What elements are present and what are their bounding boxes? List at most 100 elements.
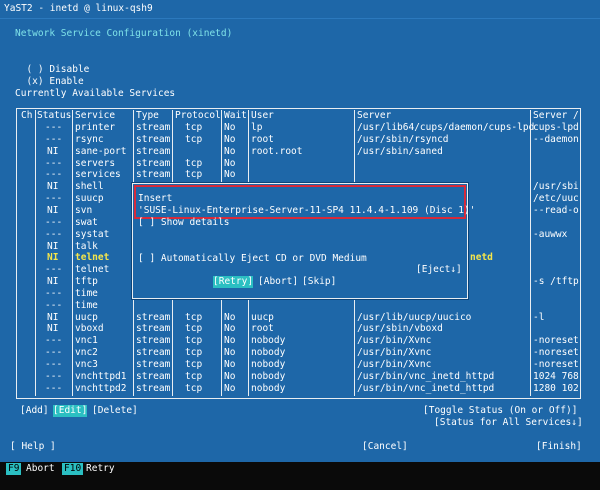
finish-button[interactable]: [Finish] bbox=[536, 441, 582, 453]
cell-type: stream bbox=[136, 169, 171, 181]
page-title: Network Service Configuration (xinetd) bbox=[15, 28, 233, 39]
skip-button[interactable]: [Skip] bbox=[302, 276, 336, 288]
cell-server: /usr/lib64/cups/daemon/cups-lpd bbox=[357, 122, 535, 133]
col-header-type[interactable]: Type bbox=[136, 110, 159, 122]
fkey-f9[interactable]: F9 bbox=[6, 463, 22, 475]
col-header-status[interactable]: Status bbox=[37, 110, 71, 122]
cell-status: --- bbox=[45, 335, 63, 347]
status-all-label: [Status for All Services↓] bbox=[434, 417, 583, 428]
col-header-wait[interactable]: Wait bbox=[224, 110, 247, 122]
status-all-button[interactable]: [Status for All Services↓] bbox=[434, 417, 583, 429]
cell-protocol: tcp bbox=[185, 157, 203, 169]
cell-args: -l bbox=[533, 311, 545, 323]
cell-service: tftp bbox=[75, 276, 98, 288]
cell-service: sane-port bbox=[75, 145, 127, 157]
cell-protocol: tcp bbox=[185, 169, 203, 181]
cell-wait: No bbox=[224, 323, 236, 335]
cell-status: NI bbox=[47, 252, 59, 264]
fkey-f9-key: F9 bbox=[8, 463, 20, 474]
cell-status: --- bbox=[45, 382, 63, 394]
cell-user: nobody bbox=[251, 359, 286, 370]
cell-protocol: tcp bbox=[185, 122, 203, 133]
cell-service: vnc2 bbox=[75, 347, 98, 359]
cell-status: NI bbox=[47, 240, 59, 252]
col-separator bbox=[72, 110, 73, 396]
cell-service: vnchttpd1 bbox=[75, 370, 127, 382]
cell-service: printer bbox=[75, 122, 116, 133]
cell-service: systat bbox=[75, 228, 110, 240]
cell-server: /usr/sbin/saned bbox=[357, 145, 443, 157]
cell-wait: No bbox=[224, 122, 236, 133]
cell-service: time bbox=[75, 299, 98, 311]
edit-button-label: [Edit] bbox=[53, 405, 88, 416]
col-header-user[interactable]: User bbox=[251, 110, 274, 122]
cell-status: NI bbox=[47, 204, 59, 216]
cell-wait: No bbox=[224, 169, 236, 181]
col-header-server[interactable]: Server bbox=[357, 110, 391, 122]
cell-service: rsync bbox=[75, 133, 104, 145]
cell-type: stream bbox=[136, 311, 171, 323]
cell-wait: No bbox=[224, 133, 236, 145]
cell-status: --- bbox=[45, 359, 63, 370]
col-header-ch[interactable]: Ch bbox=[21, 110, 32, 122]
cell-status: --- bbox=[45, 287, 63, 299]
cell-service: svn bbox=[75, 204, 93, 216]
col-header-server-args[interactable]: Server / bbox=[533, 110, 579, 122]
delete-button[interactable]: [Delete] bbox=[92, 405, 138, 417]
abort-button[interactable]: [Abort] bbox=[258, 276, 298, 288]
cell-wait: No bbox=[224, 335, 236, 347]
cell-service: uucp bbox=[75, 311, 98, 323]
col-header-service[interactable]: Service bbox=[75, 110, 115, 122]
cell-user: nobody bbox=[251, 347, 286, 359]
cell-type: stream bbox=[136, 347, 171, 359]
cell-args: --read-o bbox=[533, 204, 579, 216]
cell-user: nobody bbox=[251, 335, 286, 347]
radio-enable-mark: (x) bbox=[26, 76, 44, 87]
cell-user: root.root bbox=[251, 145, 303, 157]
cancel-button[interactable]: [Cancel] bbox=[362, 441, 408, 453]
cell-server: /usr/bin/vnc_inetd_httpd bbox=[357, 382, 495, 394]
show-details-checkbox[interactable]: [ ] Show details bbox=[138, 217, 230, 229]
auto-eject-checkbox[interactable]: [ ] Automatically Eject CD or DVD Medium bbox=[138, 253, 367, 265]
cell-wait: No bbox=[224, 370, 236, 382]
cell-server: netd bbox=[470, 252, 493, 264]
media-name: 'SUSE-Linux-Enterprise-Server-11-SP4 11.… bbox=[138, 205, 476, 216]
cell-status: NI bbox=[47, 145, 59, 157]
col-header-protocol[interactable]: Protocol bbox=[175, 110, 221, 122]
fkey-f10[interactable]: F10 bbox=[62, 463, 84, 475]
eject-button[interactable]: [Eject↓] bbox=[416, 264, 462, 276]
cell-args: -noreset bbox=[533, 347, 579, 359]
cell-service: vnc3 bbox=[75, 359, 98, 370]
cell-server: /usr/bin/Xvnc bbox=[357, 335, 432, 347]
cell-protocol: tcp bbox=[185, 323, 203, 335]
cell-server: /usr/sbin/rsyncd bbox=[357, 133, 449, 145]
cell-args: --daemon bbox=[533, 133, 579, 145]
col-separator bbox=[530, 110, 531, 396]
fkey-f10-key: F10 bbox=[64, 463, 82, 474]
cell-status: --- bbox=[45, 169, 63, 181]
add-button-label: [Add] bbox=[20, 405, 49, 416]
cell-args: -noreset bbox=[533, 335, 579, 347]
cell-service: time bbox=[75, 287, 98, 299]
cell-wait: No bbox=[224, 382, 236, 394]
retry-button[interactable]: [Retry] bbox=[213, 276, 254, 288]
cell-server: /usr/sbin/vboxd bbox=[357, 323, 443, 335]
cell-type: stream bbox=[136, 157, 171, 169]
radio-enable-label: Enable bbox=[49, 76, 84, 87]
edit-button[interactable]: [Edit] bbox=[53, 405, 88, 417]
cell-type: stream bbox=[136, 359, 171, 370]
radio-enable[interactable]: (x) Enable bbox=[15, 64, 84, 88]
cell-service: servers bbox=[75, 157, 116, 169]
toggle-status-label: [Toggle Status (On or Off)] bbox=[423, 405, 578, 416]
cell-status: --- bbox=[45, 347, 63, 359]
cell-args: 1280 102 bbox=[533, 382, 579, 394]
cell-status: --- bbox=[45, 264, 63, 276]
toggle-status-button[interactable]: [Toggle Status (On or Off)] bbox=[423, 405, 577, 417]
cell-user: root bbox=[251, 323, 274, 335]
cell-service: telnet bbox=[75, 252, 110, 264]
help-button[interactable]: [ Help ] bbox=[10, 441, 56, 453]
cell-args: /usr/sbi bbox=[533, 181, 579, 193]
cell-service: vnchttpd2 bbox=[75, 382, 127, 394]
cell-wait: No bbox=[224, 145, 236, 157]
add-button[interactable]: [Add] bbox=[20, 405, 49, 417]
